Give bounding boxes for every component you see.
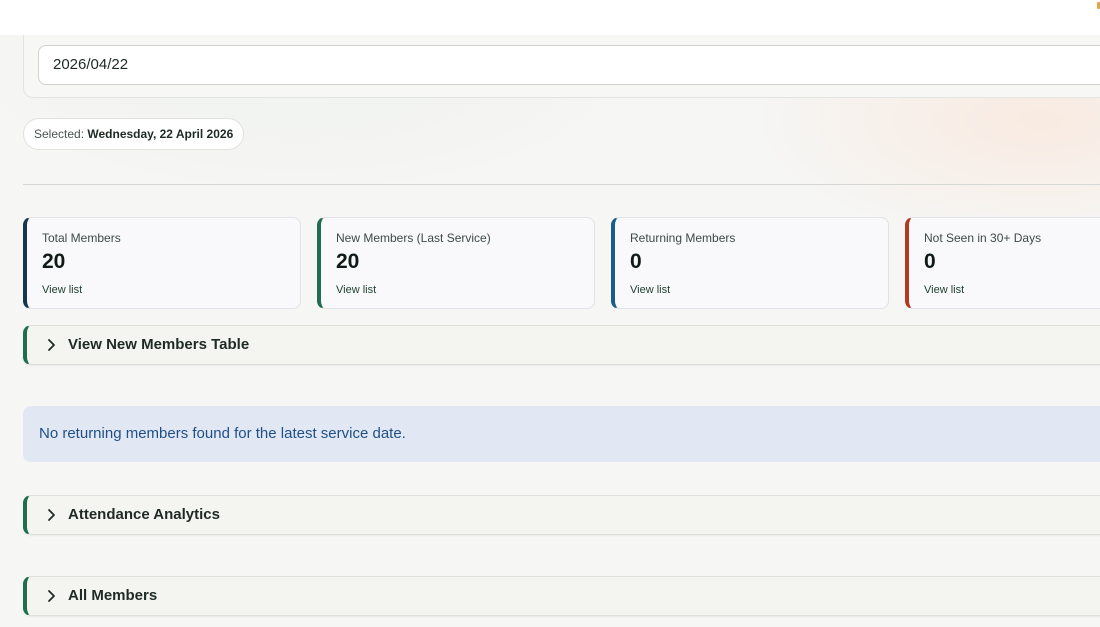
stat-card-not-seen: Not Seen in 30+ Days 0 View list bbox=[905, 217, 1100, 309]
expander-attendance-analytics[interactable]: Attendance Analytics bbox=[23, 495, 1100, 535]
stat-value: 0 bbox=[630, 250, 642, 273]
stat-label: New Members (Last Service) bbox=[336, 231, 491, 245]
chevron-right-icon bbox=[48, 339, 55, 351]
selected-date-badge: Selected: Wednesday, 22 April 2026 bbox=[23, 118, 245, 150]
stat-card-returning-members: Returning Members 0 View list bbox=[611, 217, 889, 309]
chevron-right-icon bbox=[48, 509, 55, 521]
stat-card-total-members: Total Members 20 View list bbox=[23, 217, 301, 309]
divider bbox=[23, 184, 1100, 185]
date-picker-card: 2026/04/22 bbox=[23, 35, 1100, 98]
info-message: No returning members found for the lates… bbox=[39, 425, 406, 442]
stat-label: Not Seen in 30+ Days bbox=[924, 231, 1042, 245]
expander-all-members[interactable]: All Members bbox=[23, 576, 1100, 616]
chevron-right-icon bbox=[48, 590, 55, 602]
selected-date: Wednesday, 22 April 2026 bbox=[87, 127, 234, 141]
expander-label: Attendance Analytics bbox=[68, 506, 220, 523]
info-alert: No returning members found for the lates… bbox=[23, 406, 1100, 462]
view-list-link[interactable]: View list bbox=[924, 284, 964, 296]
stat-value: 0 bbox=[924, 250, 936, 273]
stat-label: Returning Members bbox=[630, 231, 736, 245]
stat-value: 20 bbox=[42, 250, 66, 273]
stat-label: Total Members bbox=[42, 231, 121, 245]
expander-label: View New Members Table bbox=[68, 336, 250, 353]
date-input[interactable]: 2026/04/22 bbox=[38, 45, 1100, 85]
expander-new-members-table[interactable]: View New Members Table bbox=[23, 325, 1100, 365]
selected-prefix: Selected: bbox=[34, 127, 85, 141]
top-bar bbox=[0, 0, 1100, 35]
view-list-link[interactable]: View list bbox=[42, 284, 82, 296]
stat-card-new-members: New Members (Last Service) 20 View list bbox=[317, 217, 595, 309]
expander-label: All Members bbox=[68, 587, 158, 604]
view-list-link[interactable]: View list bbox=[336, 284, 376, 296]
stat-value: 20 bbox=[336, 250, 360, 273]
view-list-link[interactable]: View list bbox=[630, 284, 670, 296]
